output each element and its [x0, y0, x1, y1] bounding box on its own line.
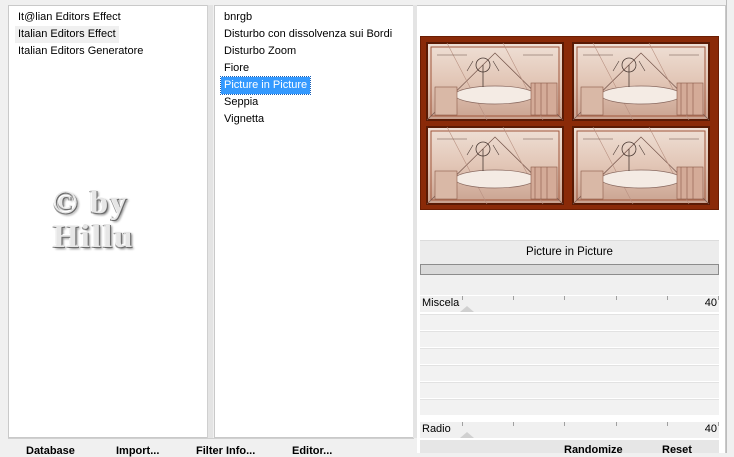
control-row-empty	[420, 399, 719, 415]
radio-value: 40	[704, 423, 717, 435]
filter-item-disturbo-bordi[interactable]: Disturbo con dissolvenza sui Bordi	[221, 26, 395, 43]
category-item-italian-effect[interactable]: Italian Editors Effect	[15, 26, 119, 43]
reset-button[interactable]: Reset	[662, 444, 692, 456]
radio-label: Radio	[422, 423, 451, 435]
filter-item-vignetta[interactable]: Vignetta	[221, 111, 267, 128]
info-spacer	[420, 275, 719, 295]
filter-info-bar	[420, 264, 719, 275]
miscela-label: Miscela	[422, 297, 460, 309]
radio-slider[interactable]: Radio 40	[420, 422, 719, 438]
control-row-empty	[420, 382, 719, 398]
bottom-toolbar: Database Import... Filter Info... Editor…	[8, 438, 414, 457]
editor-button[interactable]: Editor...	[292, 445, 332, 457]
category-item-italian-effect-at[interactable]: It@lian Editors Effect	[15, 9, 124, 26]
watermark-line-2: Hillu	[53, 219, 135, 255]
filter-info-button[interactable]: Filter Info...	[196, 445, 255, 457]
miscela-slider[interactable]: Miscela 40	[420, 296, 719, 312]
category-scrollbar[interactable]	[207, 5, 213, 438]
category-item-label: Italian Editors Generatore	[18, 45, 144, 57]
filter-item-bnrgb[interactable]: bnrgb	[221, 9, 255, 26]
filter-item-seppia[interactable]: Seppia	[221, 94, 261, 111]
filter-item-disturbo-zoom[interactable]: Disturbo Zoom	[221, 43, 299, 60]
filter-item-label: bnrgb	[224, 11, 253, 23]
miscela-ticks	[462, 296, 719, 300]
preview-artwork	[426, 42, 710, 205]
control-row-empty	[420, 314, 719, 330]
radio-ticks	[462, 422, 719, 426]
filter-item-label: Disturbo con dissolvenza sui Bordi	[224, 28, 393, 40]
filter-item-label: Picture in Picture	[224, 79, 308, 91]
category-items: It@lian Editors Effect Italian Editors E…	[9, 9, 146, 60]
filter-item-fiore[interactable]: Fiore	[221, 60, 252, 77]
window-edge	[726, 0, 734, 453]
filter-title: Picture in Picture	[526, 246, 613, 258]
category-item-label: Italian Editors Effect	[18, 28, 116, 40]
control-row-empty	[420, 331, 719, 347]
import-button[interactable]: Import...	[116, 445, 159, 457]
watermark-line-1: © by	[53, 185, 129, 221]
filter-item-label: Fiore	[224, 62, 250, 74]
randomize-button[interactable]: Randomize	[564, 444, 623, 456]
miscela-value: 40	[704, 297, 717, 309]
bottom-toolbar-right: Randomize Reset	[420, 440, 719, 456]
filter-item-label: Vignetta	[224, 113, 265, 125]
miscela-slider-thumb[interactable]	[460, 306, 474, 312]
radio-slider-thumb[interactable]	[460, 432, 474, 438]
filter-item-label: Seppia	[224, 96, 259, 108]
filter-items: bnrgb Disturbo con dissolvenza sui Bordi…	[215, 9, 395, 128]
category-item-label: It@lian Editors Effect	[18, 11, 121, 23]
database-button[interactable]: Database	[26, 445, 75, 457]
watermark-logo: © by Hillu	[53, 186, 173, 254]
filter-item-label: Disturbo Zoom	[224, 45, 297, 57]
category-item-italian-generatore[interactable]: Italian Editors Generatore	[15, 43, 146, 60]
control-row-empty	[420, 348, 719, 364]
category-list[interactable]: It@lian Editors Effect Italian Editors E…	[8, 5, 208, 438]
filter-list[interactable]: bnrgb Disturbo con dissolvenza sui Bordi…	[214, 5, 414, 438]
preview-image	[420, 36, 719, 210]
control-row-empty	[420, 365, 719, 381]
filter-item-picture-in-picture[interactable]: Picture in Picture	[219, 76, 312, 95]
filter-title-bar: Picture in Picture	[420, 240, 719, 264]
